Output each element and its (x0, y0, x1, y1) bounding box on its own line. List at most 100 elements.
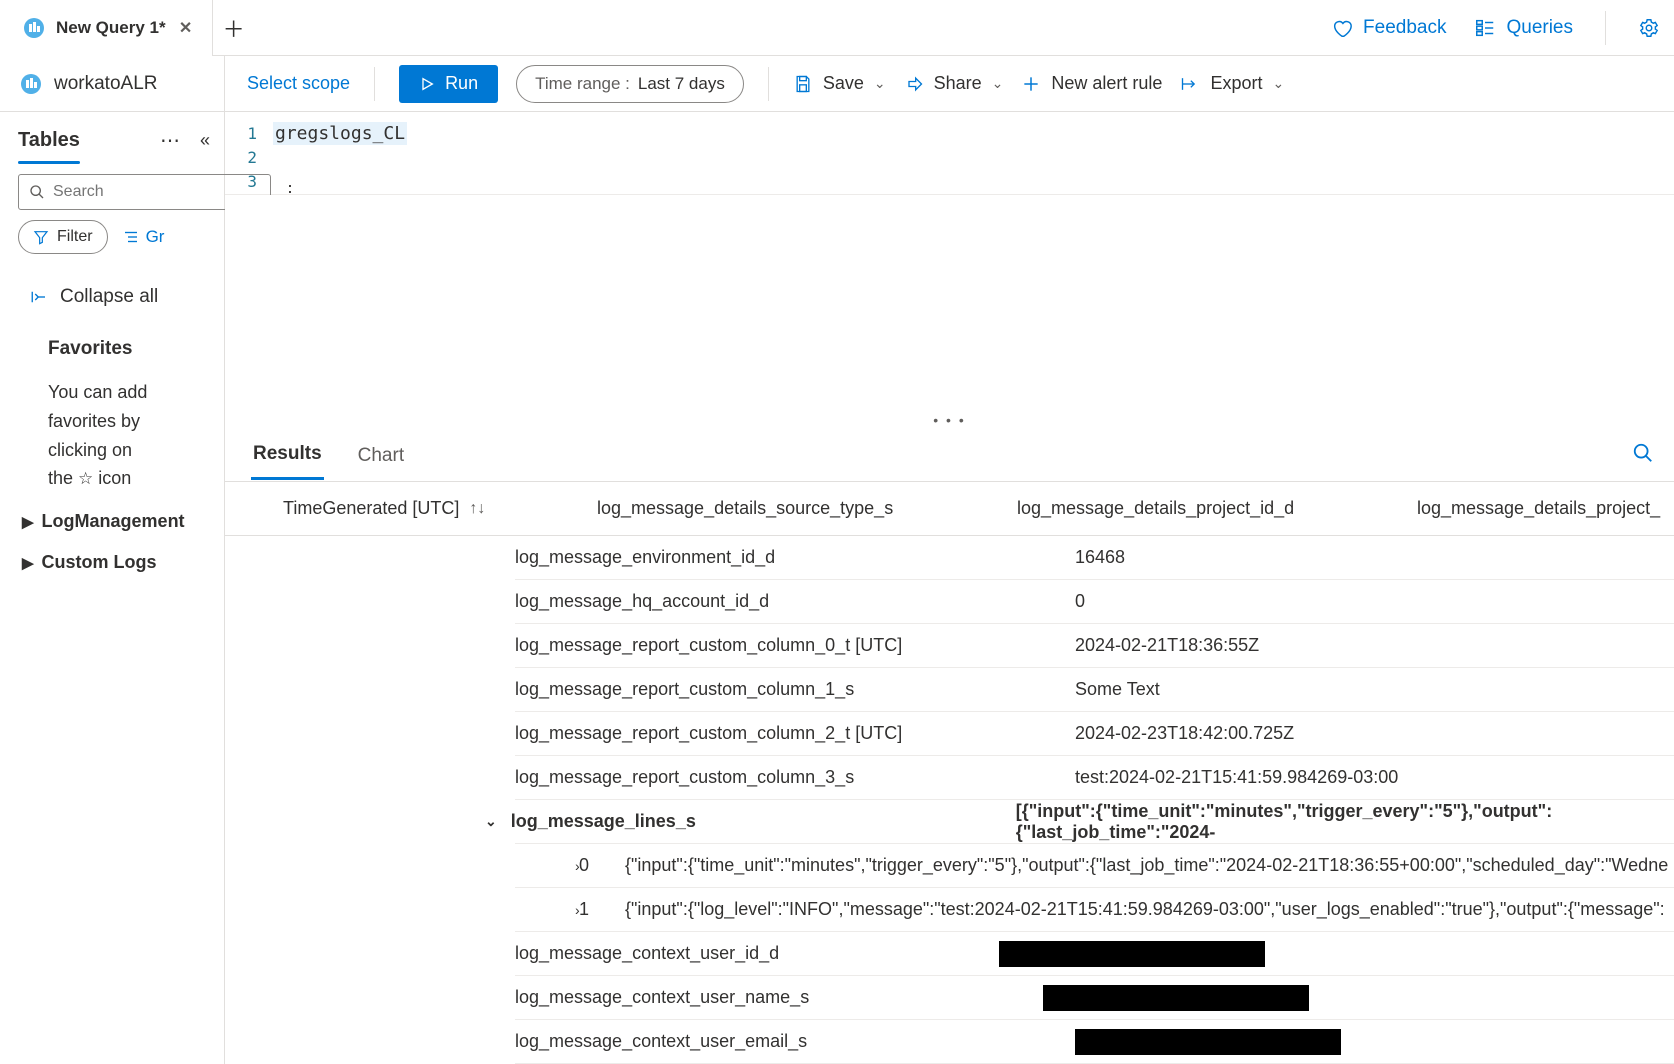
kv-key: log_message_report_custom_column_0_t [UT… (515, 635, 1075, 656)
kv-value: 16468 (1075, 547, 1125, 568)
kv-row[interactable]: log_message_context_user_id_d (515, 932, 1674, 976)
queries-button[interactable]: Queries (1474, 17, 1573, 39)
queries-icon (1474, 17, 1496, 39)
column-source-type[interactable]: log_message_details_source_type_s (597, 498, 1017, 519)
save-icon (793, 74, 813, 94)
active-tab-indicator (18, 161, 80, 164)
kv-row[interactable]: log_message_environment_id_d 16468 (515, 536, 1674, 580)
tree-label: LogManagement (42, 511, 185, 532)
export-button[interactable]: Export ⌄ (1180, 73, 1284, 94)
feedback-button[interactable]: Feedback (1331, 17, 1446, 39)
scope-name: workatoALR (54, 73, 158, 95)
kv-value-redacted (1075, 941, 1265, 967)
collapse-all-label: Collapse all (60, 286, 158, 308)
results-search-button[interactable] (1632, 442, 1654, 469)
column-timegenerated[interactable]: TimeGenerated [UTC] ↑↓ (247, 498, 597, 519)
column-project-id[interactable]: log_message_details_project_id_d (1017, 498, 1417, 519)
run-button[interactable]: Run (399, 65, 498, 103)
chevron-down-icon: ⌄ (874, 75, 886, 92)
run-label: Run (445, 73, 478, 94)
tree-label: Custom Logs (42, 552, 157, 573)
kv-key: log_message_context_user_email_s (515, 1031, 1075, 1052)
chevron-down-icon: ⌄ (1272, 75, 1284, 92)
search-icon (29, 184, 45, 200)
chevron-down-icon: ⌄ (992, 75, 1004, 92)
kv-key: log_message_environment_id_d (515, 547, 1075, 568)
kv-row[interactable]: log_message_hq_account_id_d 0 (515, 580, 1674, 624)
collapse-sidebar-icon[interactable]: « (200, 130, 210, 151)
filter-icon (33, 229, 49, 245)
kv-value: 2024-02-21T18:36:55Z (1075, 635, 1259, 656)
kv-row[interactable]: log_message_context_user_name_s (515, 976, 1674, 1020)
save-button[interactable]: Save ⌄ (793, 73, 886, 94)
kv-key: log_message_report_custom_column_2_t [UT… (515, 723, 1075, 744)
query-tab[interactable]: New Query 1* ✕ (0, 0, 213, 56)
settings-button[interactable] (1638, 17, 1660, 39)
kv-row[interactable]: log_message_report_custom_column_0_t [UT… (515, 624, 1674, 668)
kv-row[interactable]: log_message_report_custom_column_2_t [UT… (515, 712, 1674, 756)
kv-value: Some Text (1075, 679, 1160, 700)
caret-right-icon: ▶ (22, 513, 34, 531)
code-editor[interactable]: 1 2 3 gregslogs_CL (225, 112, 1674, 195)
new-alert-button[interactable]: New alert rule (1021, 73, 1162, 94)
tree-item-logmanagement[interactable]: ▶ LogManagement (0, 501, 224, 542)
chevron-right-icon[interactable]: › (515, 858, 575, 874)
close-icon[interactable]: ✕ (176, 18, 196, 38)
nested-value: {"input":{"time_unit":"minutes","trigger… (625, 855, 1668, 876)
kv-key-lines: ⌄ log_message_lines_s (515, 811, 1016, 832)
nested-row[interactable]: › 0 {"input":{"time_unit":"minutes","tri… (515, 844, 1674, 888)
log-analytics-icon (20, 73, 42, 95)
group-by-button[interactable]: Gr (122, 227, 165, 247)
share-button[interactable]: Share ⌄ (904, 73, 1004, 94)
table-header: TimeGenerated [UTC] ↑↓ log_message_detai… (225, 482, 1674, 536)
kv-key: log_message_report_custom_column_3_s (515, 767, 1075, 788)
column-project[interactable]: log_message_details_project_ (1417, 498, 1674, 519)
tab-bar: New Query 1* ✕ ＋ Feedback Queries (0, 0, 1674, 56)
kv-value: 0 (1075, 591, 1085, 612)
star-icon: ☆ (78, 469, 93, 488)
select-scope-button[interactable]: Select scope (247, 73, 350, 94)
tree-item-customlogs[interactable]: ▶ Custom Logs (0, 542, 224, 583)
kv-row[interactable]: log_message_report_custom_column_1_s Som… (515, 668, 1674, 712)
play-icon (419, 76, 435, 92)
nested-row[interactable]: › 1 {"input":{"log_level":"INFO","messag… (515, 888, 1674, 932)
chevron-right-icon[interactable]: › (515, 902, 575, 918)
sort-icon: ↑↓ (469, 500, 485, 518)
time-range-button[interactable]: Time range : Last 7 days (516, 65, 744, 103)
time-range-label: Time range : (535, 74, 630, 94)
nested-index: 1 (575, 899, 625, 920)
queries-label: Queries (1506, 17, 1573, 39)
group-label: Gr (146, 227, 165, 247)
kv-row-expandable[interactable]: ⌄ log_message_lines_s [{"input":{"time_u… (515, 800, 1674, 844)
collapse-all-button[interactable]: Collapse all (0, 264, 224, 316)
tab-results[interactable]: Results (251, 431, 324, 480)
chevron-down-icon[interactable]: ⌄ (485, 813, 497, 830)
kv-key: log_message_context_user_name_s (515, 987, 1075, 1008)
new-alert-label: New alert rule (1051, 73, 1162, 94)
separator (1605, 11, 1606, 45)
export-label: Export (1210, 73, 1262, 94)
code-line: gregslogs_CL (273, 122, 407, 145)
more-icon[interactable]: ⋯ (160, 128, 190, 153)
nested-index: 0 (575, 855, 625, 876)
results-pane: Results Chart TimeGenerated [UTC] ↑↓ log… (225, 430, 1674, 1064)
gear-icon (1638, 17, 1660, 39)
heart-icon (1331, 17, 1353, 39)
tab-chart[interactable]: Chart (356, 433, 406, 479)
log-analytics-icon (22, 16, 46, 40)
sidebar-title: Tables (18, 129, 80, 152)
plus-icon (1021, 74, 1041, 94)
new-tab-button[interactable]: ＋ (213, 12, 255, 44)
editor-whitespace (225, 195, 1674, 410)
save-label: Save (823, 73, 864, 94)
kv-row[interactable]: log_message_report_custom_column_3_s tes… (515, 756, 1674, 800)
sidebar: workatoALR Tables ⋯ « ⋮ Filter (0, 56, 225, 1064)
caret-right-icon: ▶ (22, 554, 34, 572)
separator (374, 67, 375, 101)
resize-handle[interactable]: • • • (225, 410, 1674, 430)
favorites-heading: Favorites (0, 316, 224, 370)
kv-key: log_message_report_custom_column_1_s (515, 679, 1075, 700)
kv-row[interactable]: log_message_context_user_email_s (515, 1020, 1674, 1064)
filter-button[interactable]: Filter (18, 220, 108, 254)
scope-selector[interactable]: workatoALR (0, 56, 224, 112)
